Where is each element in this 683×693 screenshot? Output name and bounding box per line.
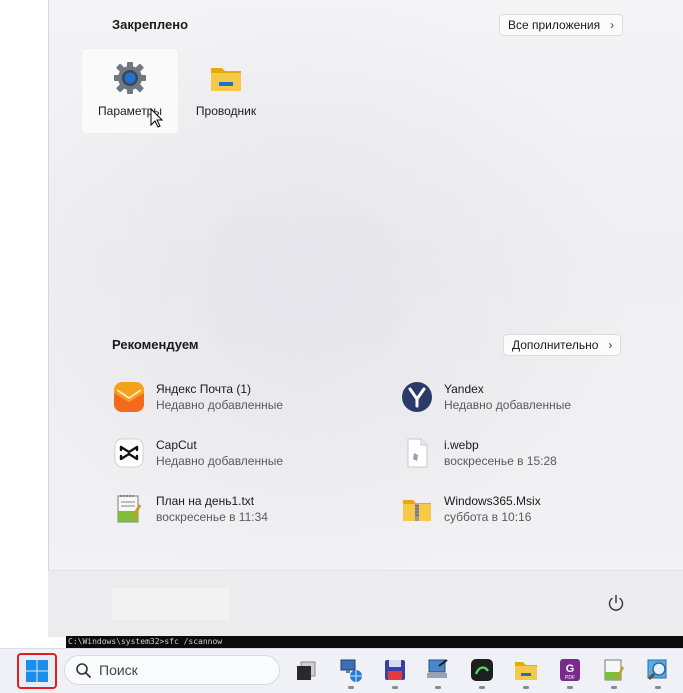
recommended-item-subtitle: Недавно добавленные xyxy=(156,398,284,412)
all-apps-label: Все приложения xyxy=(508,18,601,32)
yandex-mail-icon xyxy=(112,380,146,414)
recommended-item-title: Яндекс Почта (1) xyxy=(156,382,252,396)
chevron-right-icon: › xyxy=(608,338,613,352)
chevron-right-icon: › xyxy=(610,18,615,32)
recommended-item-subtitle: Недавно добавленные xyxy=(156,454,284,468)
start-button[interactable] xyxy=(17,653,57,689)
recommended-item-subtitle: Недавно добавленные xyxy=(444,398,572,412)
recommended-item-yandex[interactable]: Yandex Недавно добавленные xyxy=(400,377,660,417)
recommended-item-webp[interactable]: i.webp воскресенье в 15:28 xyxy=(400,433,660,473)
power-icon xyxy=(608,594,624,611)
recommended-item-title: Yandex xyxy=(444,382,484,396)
zip-folder-icon xyxy=(400,492,434,526)
power-button[interactable] xyxy=(604,591,628,615)
pinned-item-label: Проводник xyxy=(195,104,257,118)
pinned-section-title: Закреплено xyxy=(112,17,189,32)
console-window-strip: C:\Windows\system32>sfc /scannow xyxy=(66,636,683,648)
windows-logo-icon xyxy=(26,660,48,682)
search-icon xyxy=(76,663,91,678)
terminal-app-icon[interactable] xyxy=(467,655,497,689)
recommended-item-subtitle: воскресенье в 15:28 xyxy=(444,454,557,468)
start-menu-footer xyxy=(48,570,683,637)
image-search-icon[interactable] xyxy=(643,655,673,689)
notepad-icon[interactable] xyxy=(599,655,629,689)
svg-text:G: G xyxy=(566,663,575,675)
network-computer-icon[interactable] xyxy=(336,655,366,689)
user-account-button[interactable] xyxy=(112,588,230,620)
recommended-item-title: Windows365.Msix xyxy=(444,494,541,508)
recommended-item-title: CapCut xyxy=(156,438,197,452)
taskbar: Поиск G PDF xyxy=(0,648,683,693)
floppy-save-icon[interactable] xyxy=(380,655,410,689)
recommended-item-subtitle: воскресенье в 11:34 xyxy=(156,510,268,524)
yandex-browser-icon xyxy=(400,380,434,414)
recommended-item-title: i.webp xyxy=(444,438,479,452)
start-menu: Закреплено Все приложения › Параметры Пр… xyxy=(48,0,683,637)
pinned-item-explorer[interactable]: Проводник xyxy=(178,49,274,133)
all-apps-button[interactable]: Все приложения › xyxy=(499,14,624,36)
svg-text:PDF: PDF xyxy=(565,675,575,681)
search-placeholder: Поиск xyxy=(99,662,138,678)
more-label: Дополнительно xyxy=(512,338,599,352)
recommended-section-title: Рекомендуем xyxy=(112,337,199,352)
more-button[interactable]: Дополнительно › xyxy=(503,334,622,356)
recommended-item-windows365-msix[interactable]: Windows365.Msix суббота в 10:16 xyxy=(400,489,660,529)
recommended-item-capcut[interactable]: CapCut Недавно добавленные xyxy=(112,433,372,473)
remote-pc-icon[interactable] xyxy=(423,655,453,689)
file-explorer-icon[interactable] xyxy=(511,655,541,689)
recommended-item-yandex-mail[interactable]: Яндекс Почта (1) Недавно добавленные xyxy=(112,377,372,417)
file-explorer-folder-icon xyxy=(209,61,243,95)
settings-gear-icon xyxy=(113,61,147,95)
taskbar-search-box[interactable]: Поиск xyxy=(64,655,280,685)
notepad-file-icon xyxy=(112,492,146,526)
capcut-icon xyxy=(112,436,146,470)
recommended-item-subtitle: суббота в 10:16 xyxy=(444,510,532,524)
mouse-cursor-icon xyxy=(150,108,164,128)
recommended-item-plan-txt[interactable]: План на день1.txt воскресенье в 11:34 xyxy=(112,489,372,529)
recommended-item-title: План на день1.txt xyxy=(156,494,255,508)
task-view-icon[interactable] xyxy=(291,655,321,685)
pdf-app-icon[interactable]: G PDF xyxy=(555,655,585,689)
webp-file-icon xyxy=(400,436,434,470)
